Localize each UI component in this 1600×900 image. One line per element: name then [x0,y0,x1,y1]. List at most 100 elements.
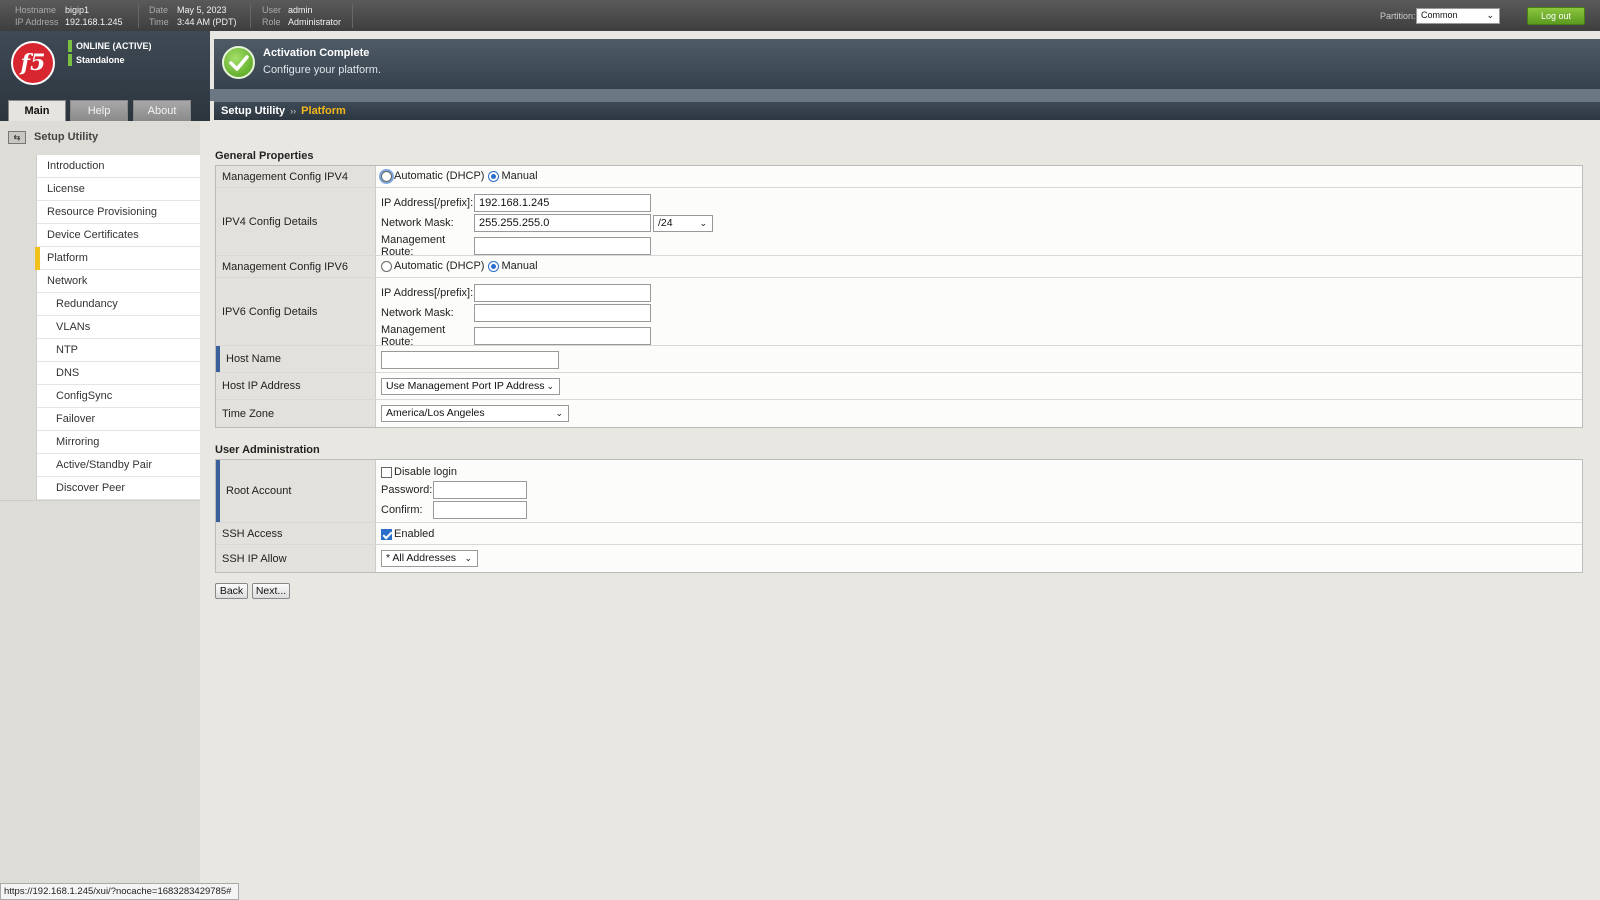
mgmt-ipv4-value: Automatic (DHCP) Manual [376,166,1582,187]
sidebar-item-configsync[interactable]: ConfigSync [37,385,200,408]
f5-logo[interactable]: f5 [11,41,55,85]
date-label: Date [149,5,169,15]
table-row: Management Config IPV6 Automatic (DHCP) … [216,256,1582,278]
time-value: 3:44 AM (PDT) [177,17,237,27]
sidebar-item-network[interactable]: Network [37,270,200,293]
ipv4-ip-label: IP Address[/prefix]: [381,197,474,209]
host-info: Hostname bigip1 IP Address 192.168.1.245 [15,4,123,28]
ssh-access-value: Enabled [376,523,1582,544]
ipv4-manual-radio[interactable] [488,170,500,182]
ipv4-ip-input[interactable]: 192.168.1.245 [474,194,651,212]
chevron-down-icon: ⌄ [555,408,563,418]
table-row: Management Config IPV4 Automatic (DHCP) … [216,166,1582,188]
sidebar-item-license[interactable]: License [37,178,200,201]
banner-title: Activation Complete [263,47,370,59]
sidebar-header[interactable]: ⇆ Setup Utility [8,129,98,145]
partition-select[interactable]: Common ⌄ [1416,8,1500,24]
sidebar-item-introduction[interactable]: Introduction [37,155,200,178]
hostname-input[interactable] [381,351,559,369]
host-ip-value: Use Management Port IP Address ⌄ [376,373,1582,399]
sidebar-item-platform[interactable]: Platform [35,247,200,270]
ipv4-dhcp-radio[interactable] [381,170,392,182]
ipv6-details-value: IP Address[/prefix]: Network Mask: Manag… [376,278,1582,348]
breadcrumb-separator: ›› [290,106,297,116]
tab-about[interactable]: About [133,100,191,121]
sidebar: ⇆ Setup Utility Introduction License Reso… [0,121,200,900]
hostname-value: bigip1 [65,5,90,15]
ipv6-mask-input[interactable] [474,304,651,322]
sidebar-item-mirroring[interactable]: Mirroring [37,431,200,454]
password-input[interactable] [433,481,527,499]
general-properties-title: General Properties [215,150,314,162]
logout-button[interactable]: Log out [1527,7,1585,25]
status-indicator [68,54,72,66]
chevron-down-icon: ⌄ [546,381,554,391]
sidebar-item-failover[interactable]: Failover [37,408,200,431]
user-label: User [262,5,282,15]
sidebar-item-device-certificates[interactable]: Device Certificates [37,224,200,247]
table-row: Root Account Disable login Password: Con… [216,460,1582,523]
ipv6-dhcp-radio[interactable] [381,260,392,272]
ipv4-route-input[interactable] [474,237,651,255]
date-info: Date May 5, 2023 Time 3:44 AM (PDT) [149,4,237,28]
host-ip-select[interactable]: Use Management Port IP Address ⌄ [381,378,560,395]
breadcrumb: Setup Utility ›› Platform [214,101,1600,120]
tab-main[interactable]: Main [8,100,66,121]
main-content: General Properties Management Config IPV… [200,121,1600,900]
ipv4-manual-text: Manual [501,170,538,182]
ssh-enabled-checkbox[interactable] [381,528,392,540]
sidebar-list: Introduction License Resource Provisioni… [35,155,200,500]
ssh-enabled-text: Enabled [394,528,435,540]
timezone-select[interactable]: America/Los Angeles ⌄ [381,405,569,422]
chevron-down-icon: ⌄ [464,553,472,563]
confirm-input[interactable] [433,501,527,519]
banner-subtitle: Configure your platform. [263,64,381,76]
timezone-value: America/Los Angeles ⌄ [376,400,1582,427]
partition-value: Common [1421,10,1458,20]
host-ip-label: Host IP Address [216,373,376,399]
user-administration-table: Root Account Disable login Password: Con… [215,459,1583,573]
ipv4-mask-input[interactable]: 255.255.255.0 [474,214,651,232]
activation-banner: Activation Complete Configure your platf… [214,39,1600,89]
sidebar-item-redundancy[interactable]: Redundancy [37,293,200,316]
ipv6-route-input[interactable] [474,327,651,345]
setup-utility-icon: ⇆ [8,130,26,144]
ipv6-manual-radio[interactable] [488,260,500,272]
ipv4-mask-label: Network Mask: [381,217,454,229]
ssh-ip-allow-select[interactable]: * All Addresses ⌄ [381,550,478,567]
time-label: Time [149,17,169,27]
chevron-down-icon: ⌄ [699,217,707,228]
role-value: Administrator [288,17,342,27]
divider [138,3,139,28]
table-row: Host Name [216,346,1582,373]
partition-label: Partition: [1380,11,1416,21]
ssh-access-label: SSH Access [216,523,376,544]
ipv4-prefix-select[interactable]: /24 ⌄ [653,214,713,232]
table-row: SSH Access Enabled [216,523,1582,545]
back-button[interactable]: Back [215,583,248,599]
check-circle-icon [222,46,255,79]
sidebar-item-ntp[interactable]: NTP [37,339,200,362]
ssh-ip-allow-value: * All Addresses ⌄ [376,545,1582,572]
ip-label: IP Address [15,17,59,27]
tab-help[interactable]: Help [70,100,128,121]
disable-login-checkbox[interactable] [381,466,392,478]
sidebar-item-resource-provisioning[interactable]: Resource Provisioning [37,201,200,224]
confirm-label: Confirm: [381,504,423,516]
user-value: admin [288,5,313,15]
password-label: Password: [381,484,433,496]
ipv6-details-label: IPV6 Config Details [216,278,376,345]
sidebar-item-vlans[interactable]: VLANs [37,316,200,339]
role-label: Role [262,17,281,27]
hostname-label: Hostname [15,5,57,15]
sidebar-item-active-standby-pair[interactable]: Active/Standby Pair [37,454,200,477]
breadcrumb-setup-utility[interactable]: Setup Utility [221,105,285,117]
next-button[interactable]: Next... [252,583,290,599]
sidebar-item-dns[interactable]: DNS [37,362,200,385]
ipv6-ip-input[interactable] [474,284,651,302]
browser-status-url: https://192.168.1.245/xui/?nocache=16832… [0,883,239,900]
table-row: Host IP Address Use Management Port IP A… [216,373,1582,400]
ipv4-route-label: Management Route: [381,234,446,258]
table-row: IPV6 Config Details IP Address[/prefix]:… [216,278,1582,348]
general-properties-table: Management Config IPV4 Automatic (DHCP) … [215,165,1583,428]
